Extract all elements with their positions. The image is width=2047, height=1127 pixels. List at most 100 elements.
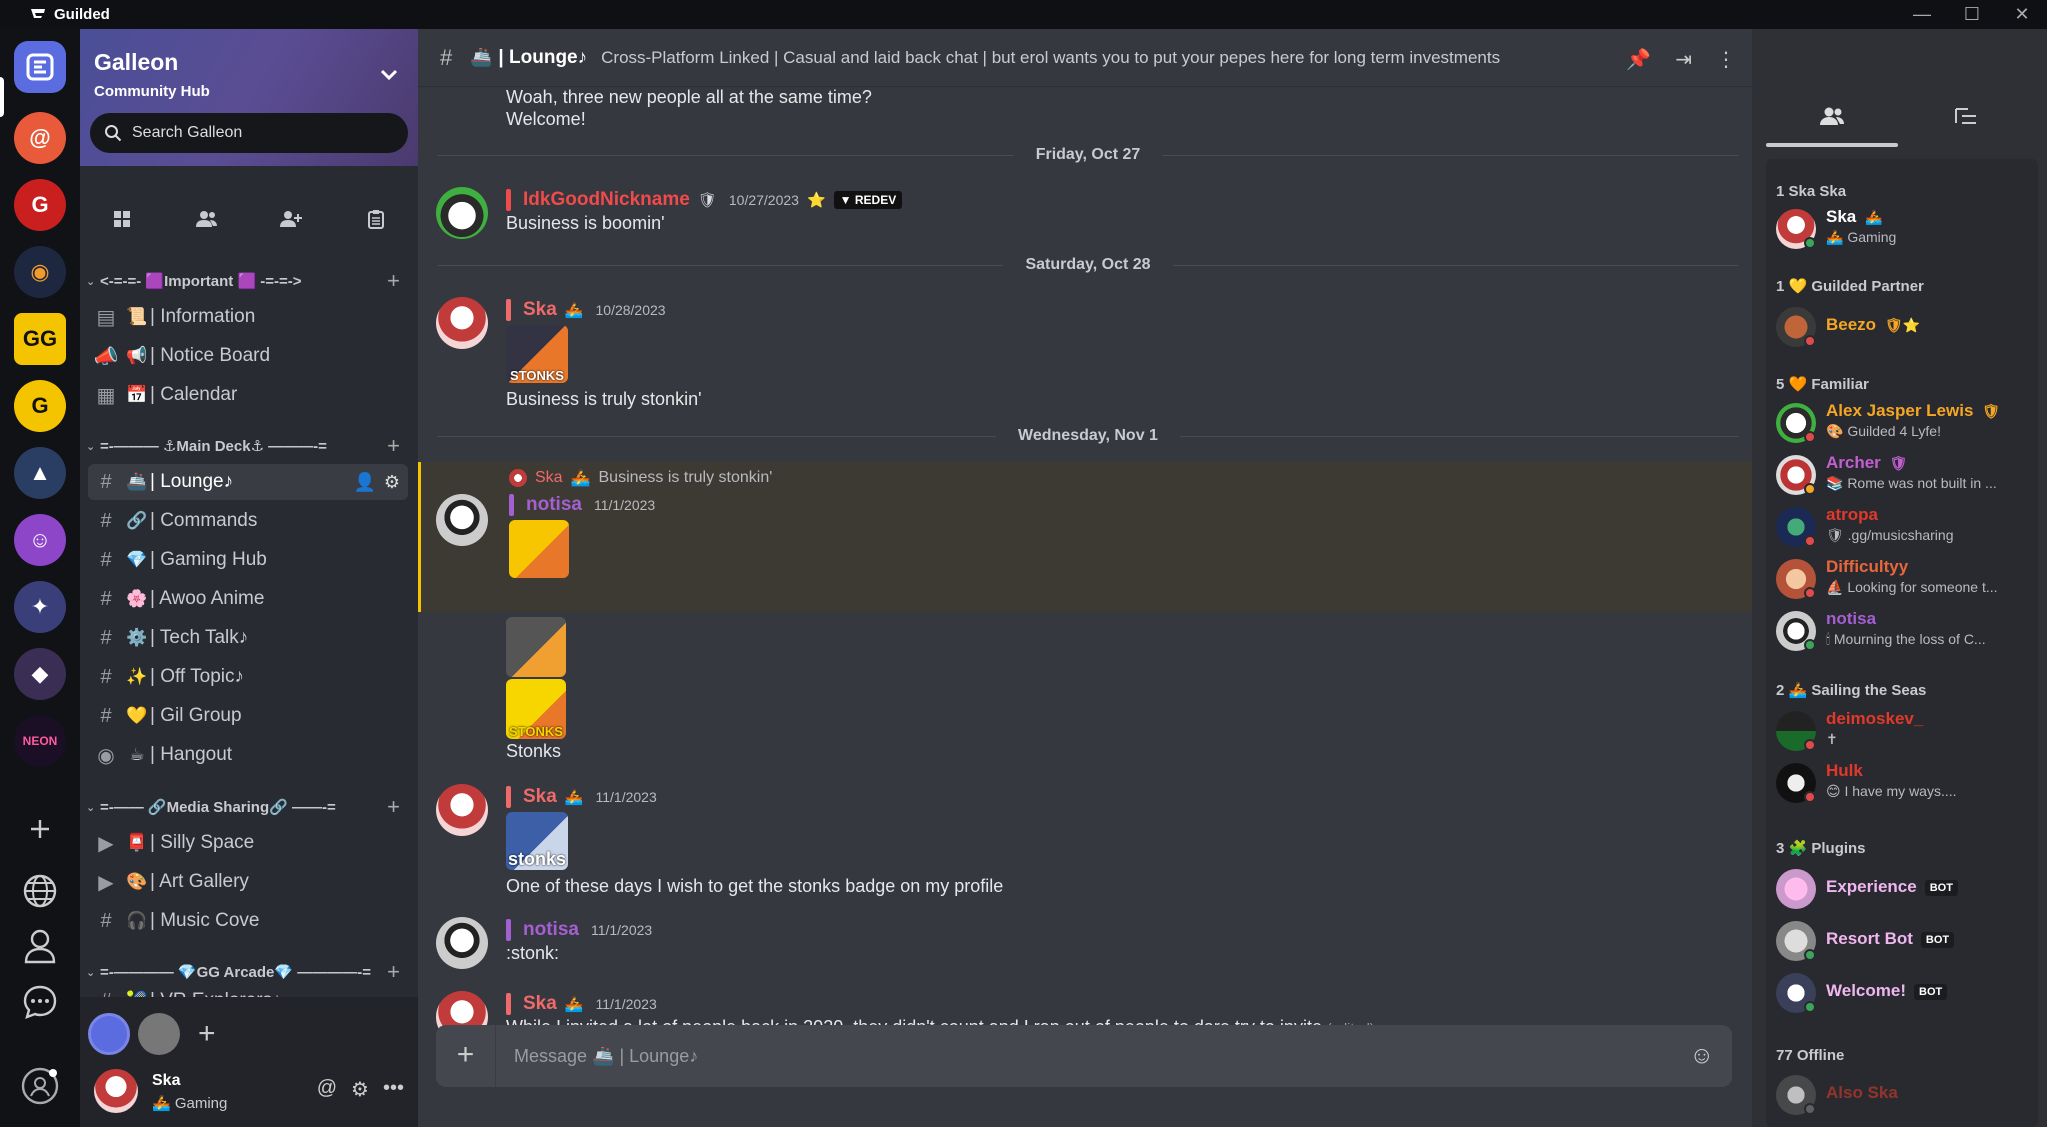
message-item[interactable]: Ska 🚣 10/28/2023 STONKS Business is trul… (418, 297, 1752, 437)
gear-icon[interactable]: ⚙ (351, 1077, 369, 1102)
close-icon[interactable]: ✕ (1997, 0, 2047, 29)
add-channel-icon[interactable]: + (387, 268, 400, 294)
channel-calendar[interactable]: ▦ 📅 | Calendar (88, 377, 408, 413)
meme-emote[interactable] (509, 520, 569, 578)
channel-hangout[interactable]: ◉ ☕ | Hangout (88, 737, 408, 773)
amongus-stonks-emote[interactable]: STONKS (506, 679, 566, 739)
chevron-down-icon[interactable] (380, 65, 398, 86)
message-item-highlighted[interactable]: Ska 🚣 Business is truly stonkin' notisa … (418, 462, 1752, 612)
channel-notice-board[interactable]: 📣 📢 | Notice Board (88, 338, 408, 374)
members-tab-icon[interactable] (1766, 89, 1898, 143)
add-status-icon[interactable]: + (198, 1017, 216, 1051)
add-channel-icon[interactable]: + (387, 959, 400, 985)
member-item[interactable]: Welcome! BOT (1776, 969, 2036, 1015)
author-name[interactable]: Ska (523, 993, 557, 1015)
category-main-deck[interactable]: ⌄ =-——— ⚓Main Deck⚓ ———-= + (86, 433, 412, 459)
channel-awoo-anime[interactable]: # 🌸 | Awoo Anime (88, 581, 408, 617)
message-composer[interactable]: + Message 🚢 | Lounge♪ ☺ (436, 1025, 1732, 1087)
avatar[interactable] (436, 187, 488, 239)
server-anime-icon[interactable]: ✦ (14, 581, 66, 633)
threads-tab-icon[interactable] (1900, 89, 2032, 143)
avatar[interactable] (436, 494, 488, 546)
members-tab-icon[interactable] (187, 201, 227, 237)
add-channel-icon[interactable]: + (387, 433, 400, 459)
pin-icon[interactable]: 📌 (1626, 47, 1651, 72)
stonks-emote[interactable]: STONKS (506, 325, 568, 383)
member-item[interactable]: atropa 🛡 .gg/musicsharing (1776, 503, 2036, 549)
clipboard-tab-icon[interactable] (356, 201, 396, 237)
server-guilded-icon[interactable]: G (14, 380, 66, 432)
channel-gaming-hub[interactable]: # 💎 | Gaming Hub (88, 542, 408, 578)
channel-silly-space[interactable]: ▶ 📮 | Silly Space (88, 825, 408, 861)
message-item[interactable]: Ska 🚣 11/1/2023 stonks One of these days… (418, 784, 1752, 904)
server-gg-icon[interactable]: GG (14, 313, 66, 365)
add-user-icon[interactable]: 👤 (353, 472, 375, 493)
friends-settings-icon[interactable] (20, 1066, 60, 1106)
member-item[interactable]: Ska 🚣 🚣 Gaming (1776, 205, 2036, 251)
avatar[interactable] (436, 297, 488, 349)
member-item[interactable]: deimoskev_ ✝ (1776, 707, 2036, 753)
member-item[interactable]: Archer 🛡 📚 Rome was not built in ... (1776, 451, 2036, 497)
author-name[interactable]: IdkGoodNickname (523, 189, 690, 211)
more-icon[interactable]: ••• (383, 1077, 404, 1102)
attach-plus-icon[interactable]: + (436, 1025, 496, 1087)
globe-icon[interactable] (20, 871, 60, 911)
secondary-avatar[interactable] (138, 1013, 180, 1055)
category-important[interactable]: ⌄ <-=-=- 🟪Important 🟪 -=-=-> + (86, 268, 412, 294)
server-neon-icon[interactable]: NEON (14, 715, 66, 767)
member-item[interactable]: notisa 🕯 Mourning the loss of C... (1776, 607, 2036, 653)
stonks-badge-emote[interactable]: stonks (506, 812, 568, 870)
avatar[interactable] (436, 784, 488, 836)
message-item[interactable]: IdkGoodNickname 🛡 10/27/2023 ⭐ ▼ REDEV B… (418, 187, 1752, 251)
server-spiral-icon[interactable]: @ (14, 112, 66, 164)
channel-gil-group[interactable]: # 💛 | Gil Group (88, 698, 408, 734)
member-item[interactable]: Resort Bot BOT (1776, 917, 2036, 963)
author-name[interactable]: notisa (523, 919, 579, 941)
reply-preview[interactable]: Ska 🚣 Business is truly stonkin' (509, 468, 772, 488)
mention-icon[interactable]: @ (317, 1077, 337, 1102)
category-media-sharing[interactable]: ⌄ =-—— 🔗Media Sharing🔗 ——-= + (86, 794, 412, 820)
channel-off-topic[interactable]: # ✨ | Off Topic♪ (88, 659, 408, 695)
server-banner[interactable]: Galleon Community Hub Search Galleon (80, 29, 418, 166)
profile-icon[interactable] (20, 926, 60, 966)
add-channel-icon[interactable]: + (387, 794, 400, 820)
author-name[interactable]: notisa (526, 494, 582, 516)
server-landscape-icon[interactable]: ▲ (14, 447, 66, 499)
member-item[interactable]: Also Ska (1776, 1071, 2036, 1117)
add-member-tab-icon[interactable] (271, 201, 311, 237)
chat-bubble-icon[interactable] (20, 982, 60, 1022)
collapse-panel-icon[interactable]: ⇥ (1675, 47, 1692, 72)
server-robot-icon[interactable]: ☺ (14, 514, 66, 566)
server-pumpkin-icon[interactable]: ◉ (14, 246, 66, 298)
more-vertical-icon[interactable]: ⋮ (1716, 47, 1736, 72)
category-gg-arcade[interactable]: ⌄ =-———— 💎GG Arcade💎 ————-= + (86, 959, 412, 985)
channel-information[interactable]: ▤ 📜 | Information (88, 299, 408, 335)
member-item[interactable]: Experience BOT (1776, 865, 2036, 911)
gear-icon[interactable]: ⚙ (384, 472, 400, 493)
status-avatar[interactable] (88, 1013, 130, 1055)
channel-tech-talk[interactable]: # ⚙️ | Tech Talk♪ (88, 620, 408, 656)
member-item[interactable]: Alex Jasper Lewis 🛡 🎨 Guilded 4 Lyfe! (1776, 399, 2036, 445)
add-server-icon[interactable] (20, 809, 60, 849)
search-input[interactable]: Search Galleon (90, 113, 408, 153)
author-name[interactable]: Ska (523, 786, 557, 808)
author-name[interactable]: Ska (523, 299, 557, 321)
emoji-picker-icon[interactable]: ☺ (1689, 1042, 1714, 1070)
user-avatar[interactable] (94, 1069, 138, 1113)
channel-lounge[interactable]: # 🚢 | Lounge♪ 👤 ⚙ (88, 464, 408, 500)
member-item[interactable]: Difficultyy ⛵ Looking for someone t... (1776, 555, 2036, 601)
member-item[interactable]: Hulk 😊 I have my ways.... (1776, 759, 2036, 805)
server-g-red-icon[interactable]: G (14, 179, 66, 231)
channel-commands[interactable]: # 🔗 | Commands (88, 503, 408, 539)
minimize-icon[interactable]: — (1897, 0, 1947, 29)
member-item[interactable]: Beezo 🛡⭐ (1776, 303, 2036, 349)
avatar[interactable] (436, 917, 488, 969)
stonks-arrow-emote[interactable] (506, 617, 566, 677)
server-galleon-icon[interactable] (14, 41, 66, 93)
overview-tab-icon[interactable] (102, 201, 142, 237)
maximize-icon[interactable]: ☐ (1947, 0, 1997, 29)
server-city-icon[interactable]: ◆ (14, 648, 66, 700)
message-item[interactable]: notisa 11/1/2023 :stonk: (418, 917, 1752, 973)
channel-music-cove[interactable]: # 🎧 | Music Cove (88, 903, 408, 939)
channel-art-gallery[interactable]: ▶ 🎨 | Art Gallery (88, 864, 408, 900)
